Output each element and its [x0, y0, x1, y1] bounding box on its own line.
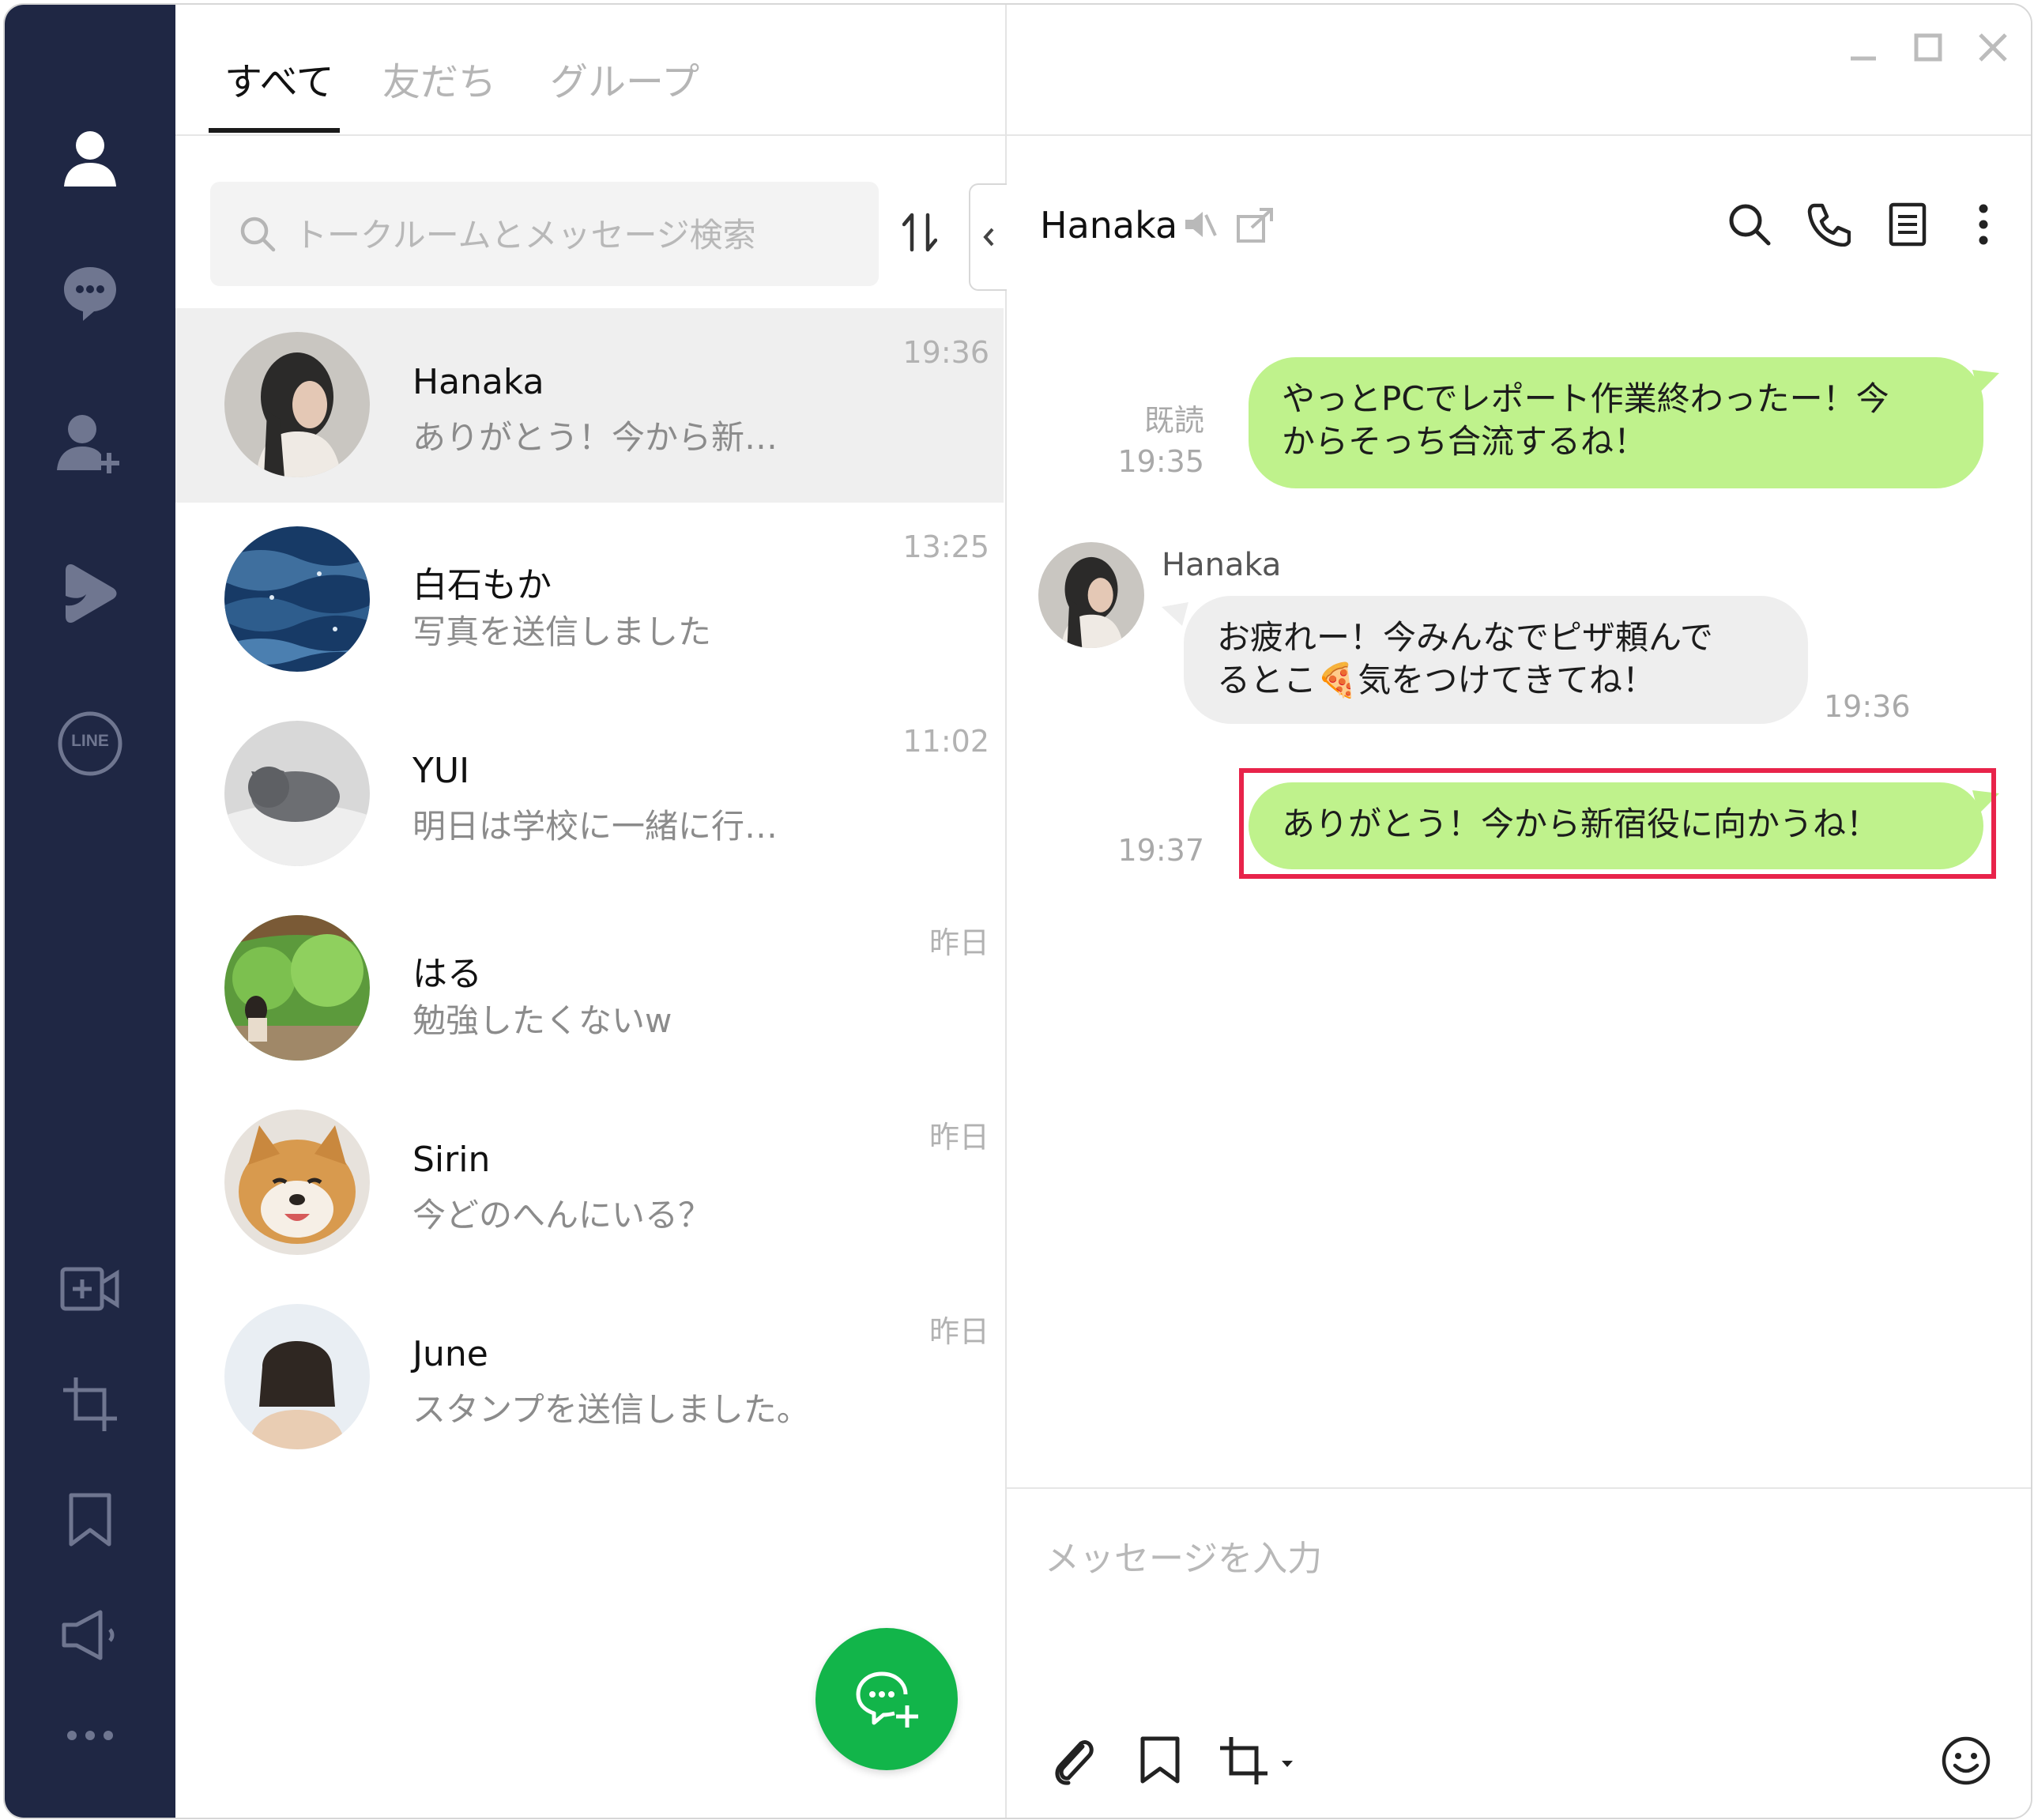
message-input[interactable] [1043, 1514, 1994, 1603]
search-icon [240, 217, 276, 252]
conversation-panel: Hanaka 既読 19:35 やっとPCでレポート作業終わったー！今 からそっ… [1007, 5, 2031, 1818]
chat-preview: 今どのへんにいる？ [412, 1196, 712, 1234]
chat-list-item-sirin[interactable]: Sirin 今どのへんにいる？ 昨日 [175, 1086, 1004, 1280]
tab-groups[interactable]: グループ [550, 51, 699, 106]
message-time: 19:35 [1117, 444, 1204, 479]
more-icon[interactable] [5, 1704, 175, 1767]
message-text-line: お疲れー！今みんなでピザ頼んで [1217, 618, 1713, 657]
message-text-line: からそっち合流するね！ [1282, 422, 1648, 461]
divider [1007, 134, 2031, 136]
read-receipt: 既読 [1143, 403, 1204, 438]
maximize-icon[interactable] [1912, 32, 1944, 63]
chat-list-item-hanaka[interactable]: Hanaka ありがとう！今から新… 19:36 [175, 308, 1004, 503]
message-meta: 既読 19:35 [1102, 400, 1204, 482]
chat-list-item-shiraishi[interactable]: 白石もか 写真を送信しました 13:25 [175, 503, 1004, 697]
chat-time: 11:02 [902, 724, 989, 759]
active-tab-indicator [209, 128, 340, 133]
tab-friends[interactable]: 友だち [382, 51, 496, 106]
avatar [224, 1304, 370, 1449]
sender-avatar[interactable] [1038, 542, 1144, 648]
message-time: 19:36 [1824, 689, 1911, 724]
chat-name: Sirin [412, 1140, 491, 1180]
chat-preview: 勉強したくないw [412, 1001, 672, 1040]
chat-list-item-june[interactable]: June スタンプを送信しました。 昨日 [175, 1280, 1004, 1475]
message-text-line: やっとPCでレポート作業終わったー！今 [1282, 379, 1889, 418]
chat-time: 昨日 [928, 1314, 989, 1349]
search-in-chat-icon[interactable] [1727, 202, 1772, 247]
call-icon[interactable] [1806, 202, 1851, 247]
keep-save-icon[interactable] [1139, 1735, 1181, 1784]
message-text-segment: るとこ [1217, 661, 1317, 699]
chat-time: 19:36 [902, 335, 989, 370]
video-call-icon[interactable] [5, 1245, 175, 1332]
chat-preview: ありがとう！今から新… [412, 418, 778, 457]
chat-list-item-haru[interactable]: はる 勉強したくないw 昨日 [175, 891, 1004, 1086]
tab-bar: すべて 友だち グループ [175, 5, 1005, 136]
chat-name: YUI [412, 751, 470, 791]
attach-icon[interactable] [1051, 1735, 1098, 1786]
avatar [224, 915, 370, 1061]
message-bubble-sent[interactable]: やっとPCでレポート作業終わったー！今 からそっち合流するね！ [1249, 357, 1983, 488]
chat-time: 昨日 [928, 1120, 989, 1155]
highlight-box [1239, 768, 1996, 879]
screenshot-icon[interactable] [5, 1361, 175, 1448]
pizza-emoji: 🍕 [1316, 661, 1358, 699]
line-badge-label: LINE [71, 732, 109, 750]
message-text-line: るとこ🍕気をつけてきてね！ [1217, 659, 1775, 702]
search-box [210, 182, 879, 286]
line-app-icon[interactable]: LINE [5, 700, 175, 787]
chat-name: June [412, 1334, 488, 1374]
chat-name: 白石もか [412, 565, 552, 605]
chat-time: 昨日 [928, 925, 989, 960]
chat-preview: スタンプを送信しました。 [412, 1390, 810, 1429]
app-window: LINE すべて 友だち グループ トークルームとメッセージ検索 Hanaka … [3, 3, 2032, 1819]
sender-name: Hanaka [1162, 547, 1282, 583]
chat-name: Hanaka [412, 362, 544, 402]
new-chat-icon [856, 1671, 918, 1728]
keep-icon[interactable] [5, 1476, 175, 1563]
chat-list-panel: すべて 友だち グループ Hanaka ありがとう！今から新… 19:36 [175, 5, 1007, 1818]
avatar [224, 721, 370, 866]
bubble-tail [1972, 370, 1999, 394]
notes-icon[interactable] [1889, 202, 1927, 247]
tab-all[interactable]: すべて [224, 51, 334, 106]
message-text-segment: 気をつけてきてね！ [1358, 661, 1656, 699]
screenshot-tool-icon[interactable] [1219, 1735, 1296, 1786]
muted-icon [1185, 212, 1217, 237]
avatar [224, 526, 370, 672]
search-input[interactable] [292, 205, 849, 264]
new-chat-button[interactable] [815, 1628, 958, 1770]
voom-icon[interactable] [5, 550, 175, 637]
collapse-panel-button[interactable] [969, 183, 1007, 291]
avatar [224, 332, 370, 477]
sort-icon[interactable] [902, 212, 937, 253]
chats-icon[interactable] [5, 250, 175, 337]
chat-list-item-yui[interactable]: YUI 明日は学校に一緒に行… 11:02 [175, 697, 1004, 891]
add-friend-icon[interactable] [5, 400, 175, 487]
message-bubble-received[interactable]: お疲れー！今みんなでピザ頼んで るとこ🍕気をつけてきてね！ [1184, 596, 1808, 724]
friends-icon[interactable] [5, 115, 175, 202]
emoji-icon[interactable] [1941, 1735, 1991, 1786]
more-options-icon[interactable] [1977, 202, 1990, 247]
conversation-title: Hanaka [1040, 204, 1178, 247]
close-icon[interactable] [1977, 32, 2009, 63]
bubble-tail [1162, 602, 1188, 626]
avatar [224, 1110, 370, 1255]
chat-name: はる [412, 954, 482, 994]
pop-out-icon[interactable] [1236, 207, 1274, 243]
divider [1007, 1487, 2031, 1489]
announcement-icon[interactable] [5, 1592, 175, 1679]
message-time: 19:37 [1117, 833, 1204, 868]
chat-time: 13:25 [902, 529, 989, 564]
chat-preview: 明日は学校に一緒に行… [412, 807, 778, 846]
chevron-left-icon [983, 228, 994, 247]
side-nav: LINE [5, 5, 175, 1818]
minimize-icon[interactable] [1848, 32, 1879, 63]
chat-preview: 写真を送信しました [412, 612, 712, 651]
